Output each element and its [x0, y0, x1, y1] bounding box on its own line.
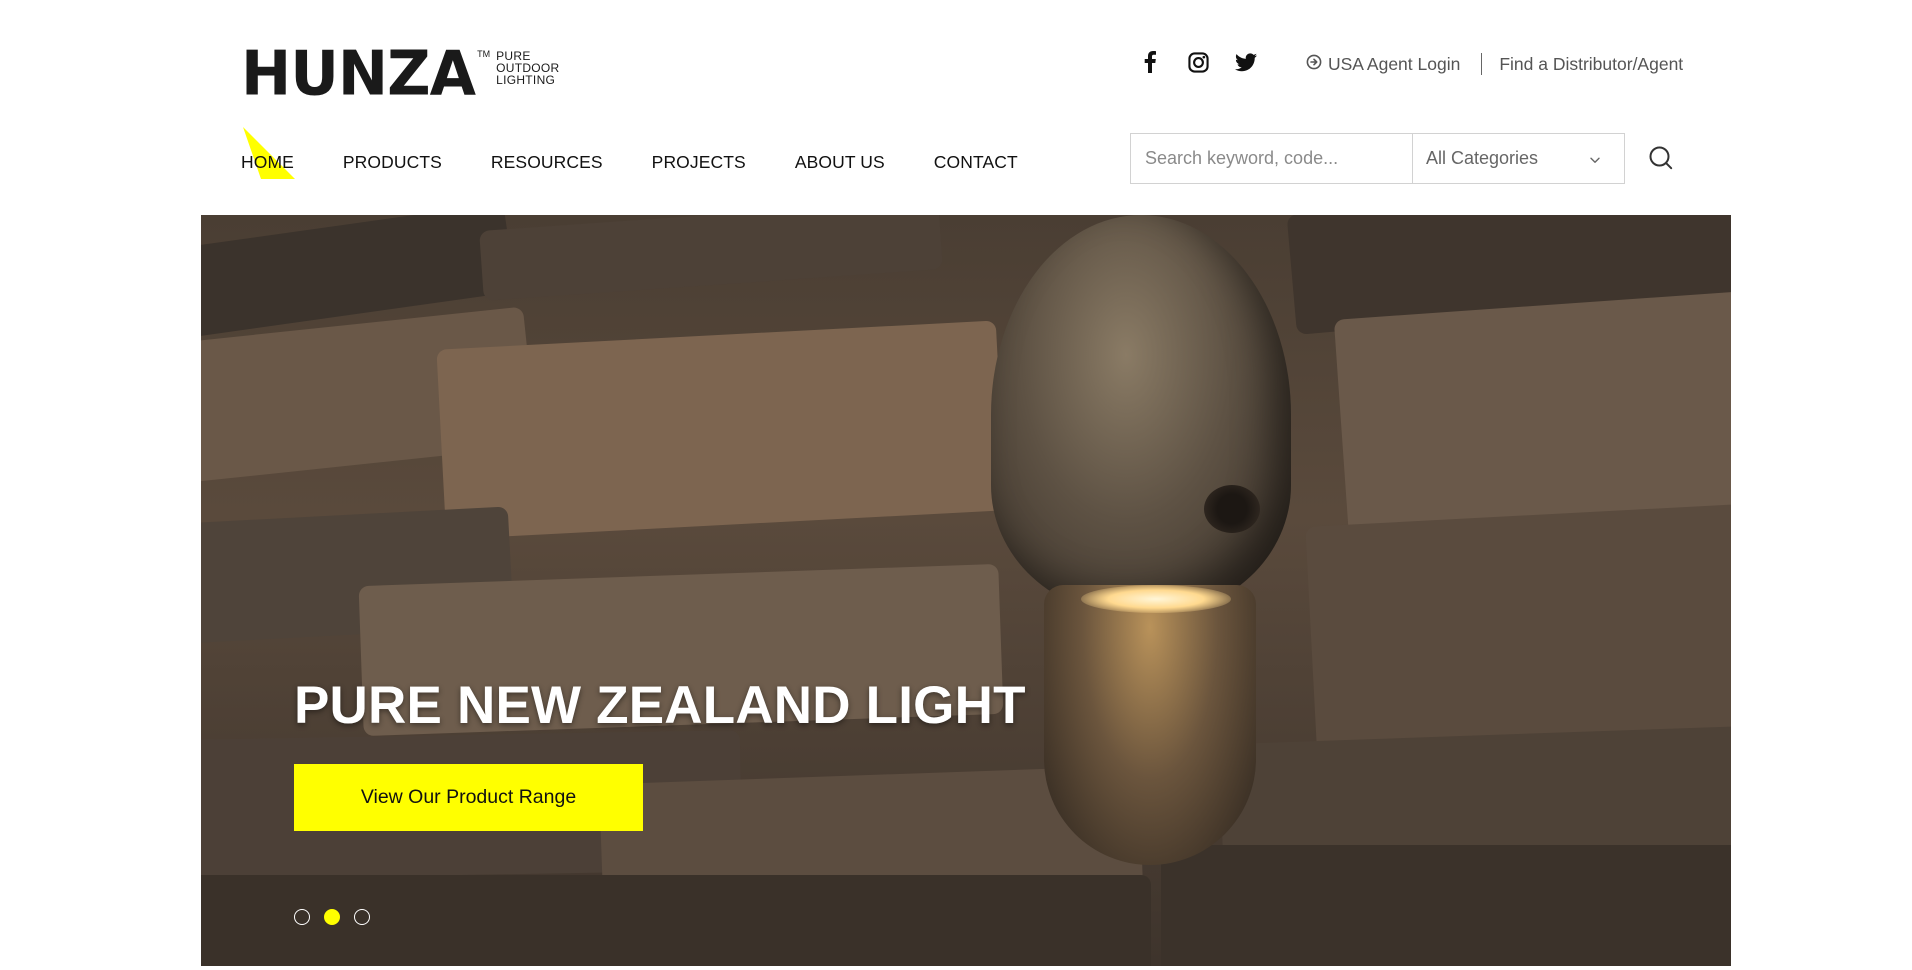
facebook-icon[interactable] [1138, 50, 1162, 74]
top-links: USA Agent Login Find a Distributor/Agent [1306, 53, 1683, 75]
hero-slider: PURE NEW ZEALAND LIGHT View Our Product … [201, 215, 1731, 966]
slider-dot-3[interactable] [354, 909, 370, 925]
search-input[interactable] [1131, 134, 1412, 183]
slider-pagination [294, 909, 370, 925]
chevron-down-icon [1590, 148, 1600, 169]
slider-dot-2[interactable] [324, 909, 340, 925]
nav-item-products[interactable]: PRODUCTS [343, 152, 442, 173]
login-arrow-icon [1306, 54, 1322, 75]
social-links [1138, 50, 1258, 74]
link-divider [1481, 53, 1483, 75]
nav-item-about-us[interactable]: ABOUT US [795, 152, 885, 173]
main-nav: HOME PRODUCTS RESOURCES PROJECTS ABOUT U… [241, 152, 1018, 173]
nav-item-resources[interactable]: RESOURCES [491, 152, 603, 173]
nav-item-home[interactable]: HOME [241, 152, 294, 173]
category-select[interactable]: All Categories [1412, 134, 1624, 183]
view-product-range-button[interactable]: View Our Product Range [294, 764, 643, 831]
usa-agent-login-label: USA Agent Login [1328, 53, 1461, 74]
twitter-icon[interactable] [1234, 50, 1258, 74]
find-distributor-link[interactable]: Find a Distributor/Agent [1499, 54, 1683, 75]
search-icon[interactable] [1648, 145, 1674, 171]
nav-item-projects[interactable]: PROJECTS [652, 152, 746, 173]
nav-item-contact[interactable]: CONTACT [934, 152, 1018, 173]
search-bar: All Categories [1130, 133, 1625, 184]
hunza-logo[interactable]: HUNZA TM PURE OUTDOOR LIGHTING [241, 38, 560, 110]
slider-dot-1[interactable] [294, 909, 310, 925]
tagline-line-3: LIGHTING [496, 73, 556, 87]
trademark-mark: TM [477, 49, 491, 59]
instagram-icon[interactable] [1186, 50, 1210, 74]
category-select-value: All Categories [1426, 148, 1539, 168]
hero-title: PURE NEW ZEALAND LIGHT [294, 676, 1026, 735]
logo-tagline: PURE OUTDOOR LIGHTING [496, 50, 559, 86]
usa-agent-login-link[interactable]: USA Agent Login [1306, 54, 1460, 75]
logo-wordmark: HUNZA [241, 38, 476, 110]
